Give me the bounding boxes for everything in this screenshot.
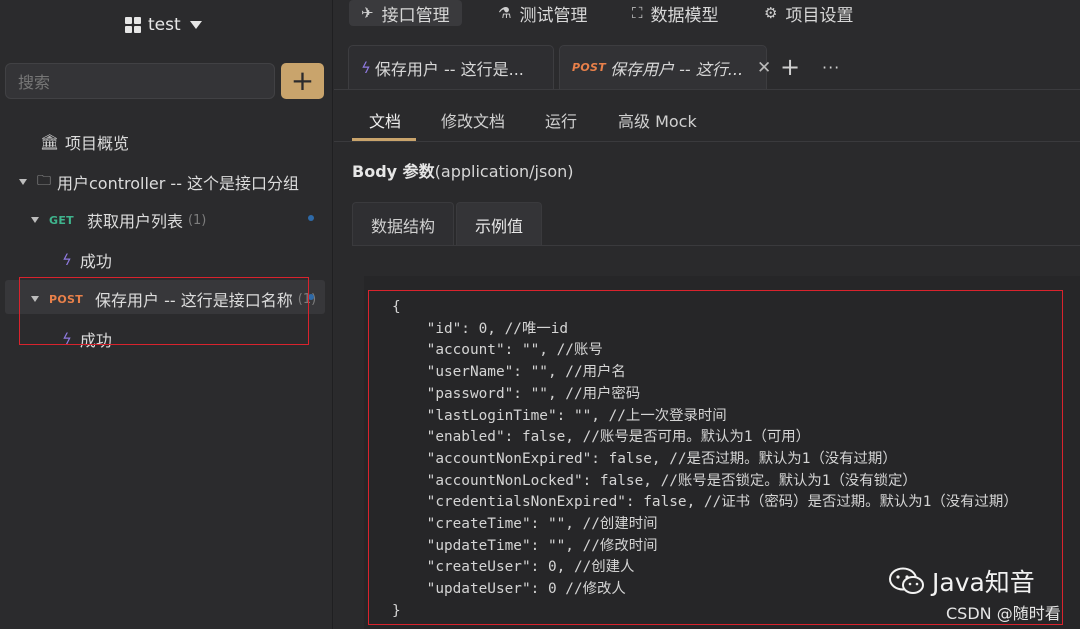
highlight-box [19, 277, 309, 345]
bank-icon: 🏛 [40, 133, 60, 151]
add-button[interactable]: + [281, 63, 324, 99]
sidebar-group[interactable]: 🗀 用户controller -- 这个是接口分组 [19, 170, 299, 194]
tab-title: 保存用户 -- 这行是... [374, 59, 524, 79]
body-params-title: Body 参数(application/json) [352, 158, 574, 182]
model-icon: ⛶ [632, 4, 643, 22]
topnav-label: 测试管理 [519, 5, 588, 26]
subtab-doc[interactable]: 文档 [369, 108, 401, 132]
bolt-icon: ϟ [361, 58, 371, 77]
new-tab-button[interactable]: + [780, 55, 800, 79]
more-icon[interactable]: ··· [822, 58, 840, 77]
topnav-label: 项目设置 [785, 5, 854, 26]
subtab-run[interactable]: 运行 [545, 108, 577, 132]
topnav-test-management[interactable]: ⚗ 测试管理 [498, 0, 587, 26]
project-switcher[interactable]: test [125, 12, 202, 38]
search-placeholder: 搜索 [18, 73, 51, 92]
subtab-advanced-mock[interactable]: 高级 Mock [618, 108, 697, 132]
wechat-icon [889, 567, 924, 594]
flask-icon: ⚗ [498, 4, 512, 22]
topnav-api-management[interactable]: ✈ 接口管理 [349, 0, 462, 26]
group-label: 用户controller -- 这个是接口分组 [57, 174, 300, 193]
api-count: (1) [187, 212, 207, 228]
expand-icon [19, 179, 27, 185]
response-label: 成功 [79, 252, 112, 271]
tab-example-value[interactable]: 示例值 [456, 202, 543, 246]
topnav-label: 接口管理 [381, 5, 450, 26]
caret-down-icon [189, 21, 202, 29]
watermark-text: Java知音 [932, 568, 1035, 597]
sidebar-response-success[interactable]: ϟ 成功 [62, 248, 112, 272]
bolt-icon: ϟ [62, 251, 72, 269]
expand-icon [31, 217, 39, 223]
divider [334, 141, 1080, 142]
api-name: 获取用户列表 [86, 212, 183, 231]
grid-icon [125, 17, 141, 33]
project-name: test [148, 15, 181, 35]
search-input[interactable]: 搜索 [5, 63, 275, 99]
method-badge: GET [49, 213, 74, 227]
body-content-type: (application/json) [434, 162, 574, 181]
divider [352, 245, 1080, 246]
sidebar-api-get-users[interactable]: GET 获取用户列表 (1) [31, 208, 206, 232]
topnav-data-model[interactable]: ⛶ 数据模型 [632, 0, 719, 26]
watermark: Java知音 [888, 563, 1035, 599]
body-label: Body 参数 [352, 162, 435, 181]
tab-post-save-user[interactable]: POST 保存用户 -- 这行... ✕ [559, 45, 771, 89]
watermark-csdn: CSDN @随时看 [946, 604, 1061, 623]
gear-icon: ⚙ [764, 4, 778, 22]
method-badge: POST [572, 61, 607, 74]
folder-icon: 🗀 [37, 173, 51, 189]
sidebar-item-overview[interactable]: 🏛 项目概览 [40, 130, 129, 154]
sidebar: test 搜索 + 🏛 项目概览 🗀 用户controller -- 这个是接口… [0, 0, 333, 629]
sidebar-item-label: 项目概览 [65, 134, 130, 153]
tab-data-structure[interactable]: 数据结构 [352, 202, 455, 246]
tab-save-user[interactable]: ϟ 保存用户 -- 这行是... [348, 45, 554, 89]
status-dot [308, 215, 314, 221]
tab-title: 保存用户 -- 这行... [610, 59, 744, 79]
subtab-edit-doc[interactable]: 修改文档 [441, 108, 505, 132]
close-icon[interactable]: ✕ [757, 58, 771, 78]
topnav-project-settings[interactable]: ⚙ 项目设置 [764, 0, 853, 26]
api-icon: ✈ [361, 4, 374, 22]
topnav-label: 数据模型 [650, 5, 719, 26]
